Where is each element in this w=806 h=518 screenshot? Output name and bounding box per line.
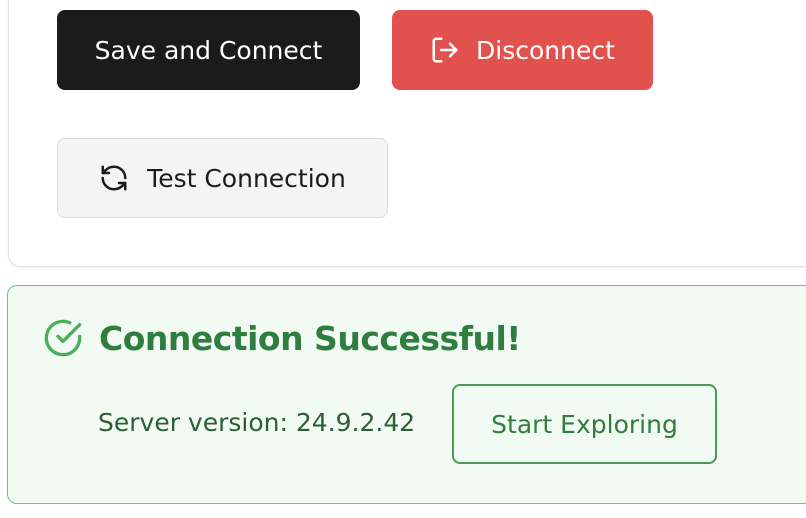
server-version-value: 24.9.2.42 [295, 408, 416, 437]
save-and-connect-button[interactable]: Save and Connect [57, 10, 360, 90]
logout-icon [430, 35, 460, 65]
disconnect-button[interactable]: Disconnect [392, 10, 653, 90]
success-alert: Connection Successful! Server version: 2… [7, 285, 806, 504]
save-and-connect-label: Save and Connect [94, 35, 323, 65]
test-connection-button[interactable]: Test Connection [57, 138, 388, 218]
refresh-icon [99, 163, 129, 193]
check-circle-icon [43, 318, 83, 358]
alert-title: Connection Successful! [99, 318, 521, 358]
server-version-label: Server version: [98, 408, 288, 437]
server-version-text: Server version: 24.9.2.42 [98, 408, 415, 437]
alert-header: Connection Successful! [43, 318, 521, 358]
disconnect-label: Disconnect [476, 35, 615, 65]
start-exploring-button[interactable]: Start Exploring [452, 384, 717, 464]
start-exploring-label: Start Exploring [491, 409, 678, 439]
test-connection-label: Test Connection [147, 163, 346, 193]
